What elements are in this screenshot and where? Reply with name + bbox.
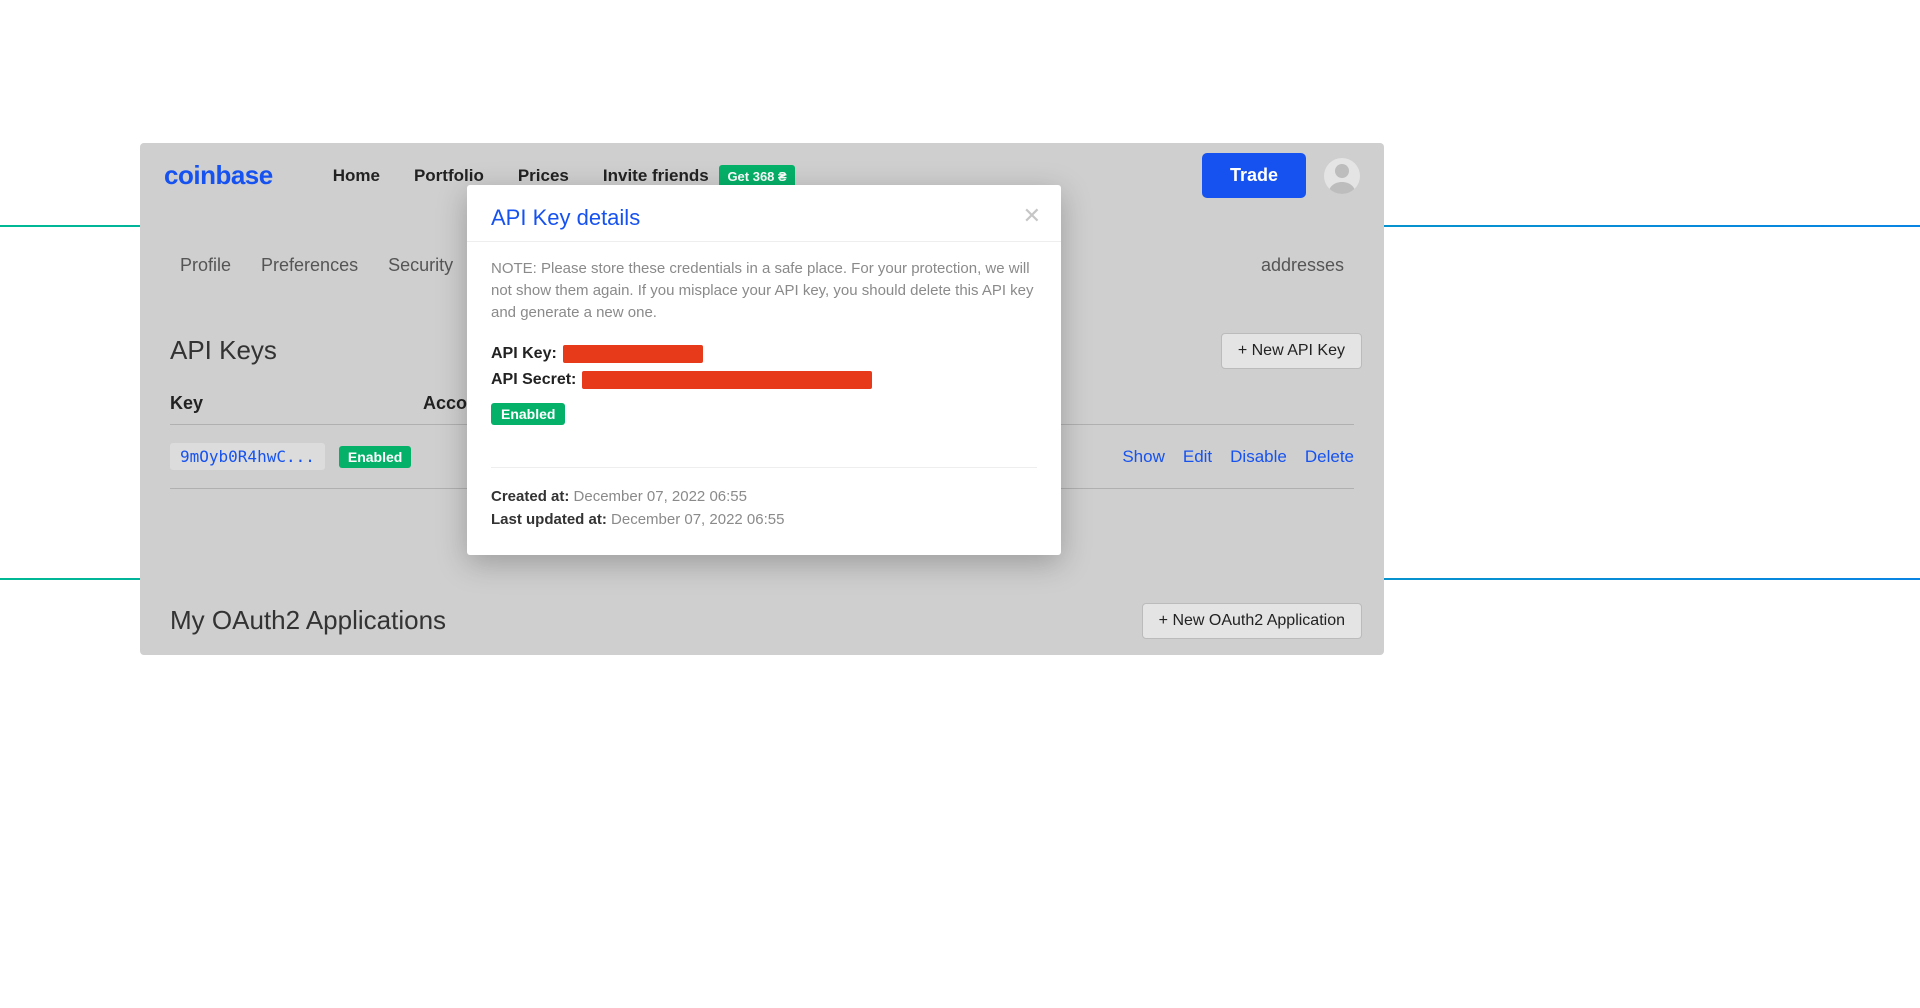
user-avatar-icon[interactable] [1324,158,1360,194]
api-key-details-modal: API Key details ✕ NOTE: Please store the… [467,185,1061,555]
modal-warning-note: NOTE: Please store these credentials in … [491,258,1037,323]
updated-at-label: Last updated at: [491,511,607,528]
close-icon[interactable]: ✕ [1023,203,1041,229]
nav-invite-friends[interactable]: Invite friends Get 368 ₴ [603,166,795,186]
api-secret-label: API Secret: [491,371,576,389]
subnav-profile[interactable]: Profile [180,255,231,276]
new-oauth-app-button[interactable]: + New OAuth2 Application [1142,603,1362,639]
api-key-row-label: API Key: [491,345,1037,363]
modal-metadata: Created at: December 07, 2022 06:55 Last… [491,486,1037,531]
modal-status-pill: Enabled [491,403,565,425]
main-nav: Home Portfolio Prices Invite friends Get… [333,166,795,186]
trade-button[interactable]: Trade [1202,153,1306,198]
action-disable[interactable]: Disable [1230,447,1287,467]
api-secret-row-label: API Secret: [491,371,1037,389]
api-keys-heading: API Keys [170,335,277,366]
coinbase-logo[interactable]: coinbase [164,160,273,191]
coinbase-screenshot-frame: coinbase Home Portfolio Prices Invite fr… [140,143,1384,655]
nav-invite-label: Invite friends [603,166,709,185]
action-show[interactable]: Show [1122,447,1165,467]
modal-title: API Key details [491,205,1037,231]
nav-prices[interactable]: Prices [518,166,569,186]
nav-home[interactable]: Home [333,166,380,186]
api-key-row-actions: Show Edit Disable Delete [1122,447,1354,467]
created-at-label: Created at: [491,488,569,505]
updated-at-value: December 07, 2022 06:55 [611,511,784,528]
action-delete[interactable]: Delete [1305,447,1354,467]
created-at-value: December 07, 2022 06:55 [574,488,747,505]
oauth-apps-heading: My OAuth2 Applications [170,605,446,636]
api-key-id-link[interactable]: 9mOyb0R4hwC... [170,443,325,470]
subnav-addresses-fragment[interactable]: addresses [1261,255,1344,276]
api-secret-redacted-value [582,371,872,389]
nav-portfolio[interactable]: Portfolio [414,166,484,186]
api-key-redacted-value [563,345,703,363]
subnav-security[interactable]: Security [388,255,453,276]
new-api-key-button[interactable]: + New API Key [1221,333,1362,369]
api-key-status-pill: Enabled [339,446,411,468]
action-edit[interactable]: Edit [1183,447,1212,467]
api-key-label: API Key: [491,345,557,363]
subnav-preferences[interactable]: Preferences [261,255,358,276]
col-key: Key [170,393,203,414]
